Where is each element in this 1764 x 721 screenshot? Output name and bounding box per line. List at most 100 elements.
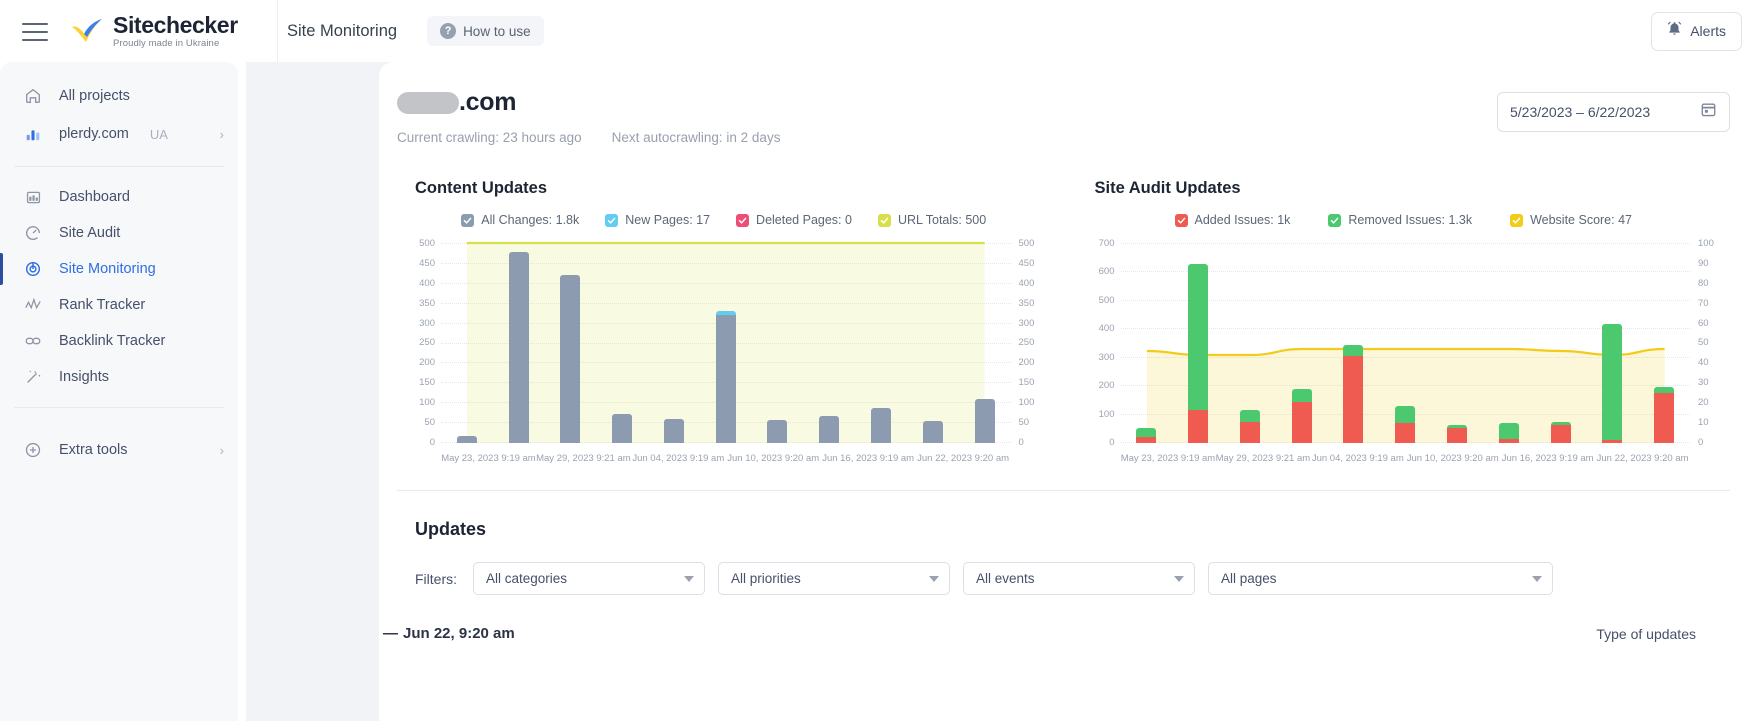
bar[interactable] — [1188, 264, 1209, 443]
checkbox-icon[interactable] — [877, 213, 891, 227]
chevron-down-icon[interactable] — [1174, 575, 1184, 582]
bar-slot[interactable] — [1431, 243, 1483, 443]
bar[interactable] — [1602, 323, 1623, 443]
hamburger-icon[interactable] — [22, 21, 48, 41]
y-tick-label: 500 — [419, 238, 435, 249]
legend-item-new-pages[interactable]: New Pages: 17 — [605, 213, 710, 227]
sidebar-item-rank-tracker[interactable]: Rank Tracker — [0, 287, 238, 323]
bar[interactable] — [456, 436, 477, 443]
bar[interactable] — [1395, 405, 1416, 443]
bar-slot[interactable] — [1328, 243, 1380, 443]
bar[interactable] — [974, 399, 995, 443]
sitechecker-logo-icon — [70, 18, 104, 44]
sidebar-divider — [14, 166, 224, 167]
bar-slot[interactable] — [441, 243, 493, 443]
chevron-down-icon[interactable] — [684, 575, 694, 582]
legend-item-all-changes[interactable]: All Changes: 1.8k — [461, 213, 579, 227]
bar[interactable] — [871, 408, 891, 443]
bar-slot[interactable] — [1172, 243, 1224, 443]
bar[interactable] — [767, 420, 788, 443]
checkbox-icon[interactable] — [1510, 213, 1524, 227]
bar-slot[interactable] — [1379, 243, 1431, 443]
chevron-down-icon[interactable] — [1532, 575, 1542, 582]
filter-categories-select[interactable]: All categories — [473, 562, 705, 595]
legend-item-added-issues[interactable]: Added Issues: 1k — [1174, 213, 1290, 227]
bar-slot[interactable] — [1483, 243, 1535, 443]
alerts-button[interactable]: Alerts — [1651, 11, 1742, 51]
sidebar-item-site-audit[interactable]: Site Audit — [0, 215, 238, 251]
checkbox-icon[interactable] — [605, 213, 619, 227]
bar[interactable] — [715, 311, 736, 443]
y-axis-left: 700 600 500 400 300 200 100 0 — [1085, 239, 1115, 447]
bar-slot[interactable] — [1586, 243, 1638, 443]
bar-slot[interactable] — [648, 243, 700, 443]
filters-row: Filters: All categories All priorities A… — [415, 562, 1730, 595]
bar-slot[interactable] — [545, 243, 597, 443]
logo[interactable]: Sitechecker Proudly made in Ukraine — [70, 13, 238, 49]
checkbox-icon[interactable] — [1328, 213, 1342, 227]
date-range-picker[interactable]: 5/23/2023 – 6/22/2023 — [1497, 92, 1730, 132]
bar-slot[interactable] — [1276, 243, 1328, 443]
y2-tick-label: 250 — [1018, 337, 1035, 349]
bar-slot[interactable] — [700, 243, 752, 443]
legend-item-removed-issues[interactable]: Removed Issues: 1.3k — [1328, 213, 1472, 227]
checkbox-icon[interactable] — [461, 213, 475, 227]
bar[interactable] — [1498, 423, 1519, 443]
bar-slot[interactable] — [907, 243, 959, 443]
bar-slot[interactable] — [1535, 243, 1587, 443]
site-header: .com Current crawling: 23 hours ago Next… — [397, 88, 1730, 145]
bar[interactable] — [612, 414, 633, 443]
bar[interactable] — [1446, 425, 1467, 443]
bar-slot[interactable] — [752, 243, 804, 443]
bar[interactable] — [508, 251, 529, 443]
y-tick-label: 200 — [419, 357, 435, 369]
bar-slot[interactable] — [493, 243, 545, 443]
bar-slot[interactable] — [959, 243, 1011, 443]
x-tick-label: Jun 04, 2023 9:19 am — [1311, 453, 1404, 464]
sidebar-item-all-projects[interactable]: All projects — [0, 78, 238, 114]
chevron-right-icon[interactable]: › — [220, 127, 224, 142]
bar-slot[interactable] — [1638, 243, 1690, 443]
chevron-right-icon[interactable]: › — [220, 443, 224, 458]
bar-slot[interactable] — [1224, 243, 1276, 443]
sidebar-item-backlink-tracker[interactable]: Backlink Tracker — [0, 323, 238, 359]
legend-item-website-score[interactable]: Website Score: 47 — [1510, 213, 1632, 227]
alerts-label: Alerts — [1690, 23, 1726, 39]
page-title: Site Monitoring — [287, 21, 398, 40]
calendar-icon[interactable] — [1700, 101, 1717, 123]
sidebar-item-site-monitoring[interactable]: Site Monitoring — [0, 251, 238, 287]
checkbox-icon[interactable] — [1174, 213, 1188, 227]
bar[interactable] — [1136, 428, 1157, 443]
sidebar-item-insights[interactable]: Insights — [0, 359, 238, 395]
bar[interactable] — [1239, 409, 1260, 443]
bar[interactable] — [819, 415, 840, 443]
bar[interactable] — [1654, 387, 1675, 443]
sidebar-item-dashboard[interactable]: Dashboard — [0, 179, 238, 215]
filter-pages-select[interactable]: All pages — [1208, 562, 1553, 595]
how-to-use-button[interactable]: ? How to use — [427, 16, 544, 46]
bar[interactable] — [922, 421, 943, 443]
bar[interactable] — [1343, 345, 1364, 443]
bar-segment-removed-issues — [1239, 409, 1260, 423]
bar[interactable] — [663, 419, 684, 443]
bar[interactable] — [560, 275, 581, 443]
bar-segment-added-issues — [1654, 393, 1675, 443]
sidebar-item-plerdy-com[interactable]: plerdy.com UA › — [0, 114, 238, 154]
bar-slot[interactable] — [1121, 243, 1173, 443]
checkbox-icon[interactable] — [736, 213, 750, 227]
bar[interactable] — [1291, 389, 1312, 443]
bar-slot[interactable] — [855, 243, 907, 443]
legend-item-deleted-pages[interactable]: Deleted Pages: 0 — [736, 213, 852, 227]
bar-slot[interactable] — [803, 243, 855, 443]
filter-priorities-select[interactable]: All priorities — [718, 562, 950, 595]
collapse-toggle-icon[interactable]: — — [383, 625, 398, 642]
bar-segment-added-issues — [1343, 355, 1364, 443]
bar[interactable] — [1550, 422, 1571, 443]
x-tick-label: Jun 22, 2023 9:20 am — [1596, 453, 1689, 464]
y2-tick-label: 80 — [1698, 277, 1709, 289]
filter-events-select[interactable]: All events — [963, 562, 1195, 595]
sidebar-item-extra-tools[interactable]: Extra tools › — [0, 432, 238, 468]
legend-item-url-totals[interactable]: URL Totals: 500 — [877, 213, 986, 227]
chevron-down-icon[interactable] — [929, 575, 939, 582]
bar-slot[interactable] — [596, 243, 648, 443]
